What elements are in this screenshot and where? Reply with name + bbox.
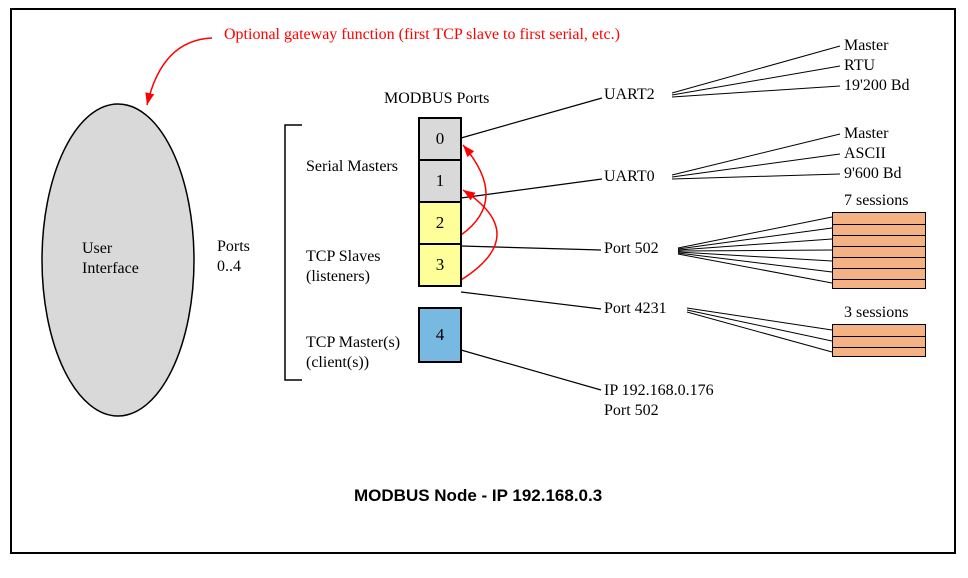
line-port3-p4231 <box>461 292 601 309</box>
line-port1-uart0 <box>461 179 602 198</box>
p4231-fan-2 <box>687 310 832 341</box>
port-box-4: 4 <box>419 308 461 362</box>
line-port2-p502 <box>461 246 601 250</box>
uart0-fan-1 <box>672 134 840 175</box>
group-serial-label: Serial Masters <box>306 158 398 176</box>
sessions7-stack <box>832 212 926 289</box>
ip-label-2: Port 502 <box>604 402 659 420</box>
p502-fan-7 <box>678 254 832 283</box>
p502-fan-2 <box>678 228 832 249</box>
diagram-caption: MODBUS Node - IP 192.168.0.3 <box>354 486 602 506</box>
optional-gateway-note: Optional gateway function (first TCP sla… <box>224 26 620 44</box>
port-box-0: 0 <box>419 118 461 160</box>
uart2-label: UART2 <box>604 86 655 104</box>
serial1-line3: 9'600 Bd <box>844 165 902 183</box>
p502-fan-3 <box>678 239 832 250</box>
p502-fan-4 <box>678 250 832 251</box>
uart2-fan-1 <box>672 46 840 93</box>
port-box-3: 3 <box>419 244 461 286</box>
group-tcp-masters-label-2: (client(s)) <box>306 354 369 372</box>
modbus-ports-header: MODBUS Ports <box>384 90 489 108</box>
diagram-frame: Optional gateway function (first TCP sla… <box>10 8 956 554</box>
p502-fan-1 <box>678 217 832 248</box>
uart2-fan-3 <box>672 86 840 97</box>
port-box-2: 2 <box>419 202 461 244</box>
sessions7-label: 7 sessions <box>844 192 908 210</box>
serial0-line3: 19'200 Bd <box>844 77 910 95</box>
p502-fan-5 <box>678 252 832 261</box>
port502-label: Port 502 <box>604 240 659 258</box>
p4231-fan-1 <box>687 308 832 330</box>
gateway-arc-1 <box>461 145 486 235</box>
ports-range-label-1: Ports <box>217 238 250 256</box>
sessions3-label: 3 sessions <box>844 304 908 322</box>
group-tcp-slaves-label-2: (listeners) <box>306 268 370 286</box>
serial1-line1: Master <box>844 125 888 143</box>
port-box-1: 1 <box>419 160 461 202</box>
port4231-label: Port 4231 <box>604 300 667 318</box>
p502-fan-6 <box>678 253 832 272</box>
serial1-line2: ASCII <box>844 145 886 163</box>
line-port4-ip <box>461 350 601 390</box>
serial0-line2: RTU <box>844 57 875 75</box>
ip-label-1: IP 192.168.0.176 <box>604 382 714 400</box>
sessions3-stack <box>832 324 926 357</box>
uart0-fan-3 <box>672 174 840 179</box>
uart0-fan-2 <box>672 154 840 177</box>
gateway-arc-2 <box>461 190 497 280</box>
uart2-fan-2 <box>672 66 840 95</box>
user-interface-label-2: Interface <box>82 260 139 278</box>
p4231-fan-3 <box>687 312 832 352</box>
ports-range-label-2: 0..4 <box>217 258 241 276</box>
uart0-label: UART0 <box>604 168 655 186</box>
ports-bracket <box>285 125 302 380</box>
optional-gateway-arrow <box>147 38 212 105</box>
serial0-line1: Master <box>844 37 888 55</box>
group-tcp-masters-label-1: TCP Master(s) <box>306 334 400 352</box>
user-interface-label-1: User <box>82 240 112 258</box>
group-tcp-slaves-label-1: TCP Slaves <box>306 248 381 266</box>
